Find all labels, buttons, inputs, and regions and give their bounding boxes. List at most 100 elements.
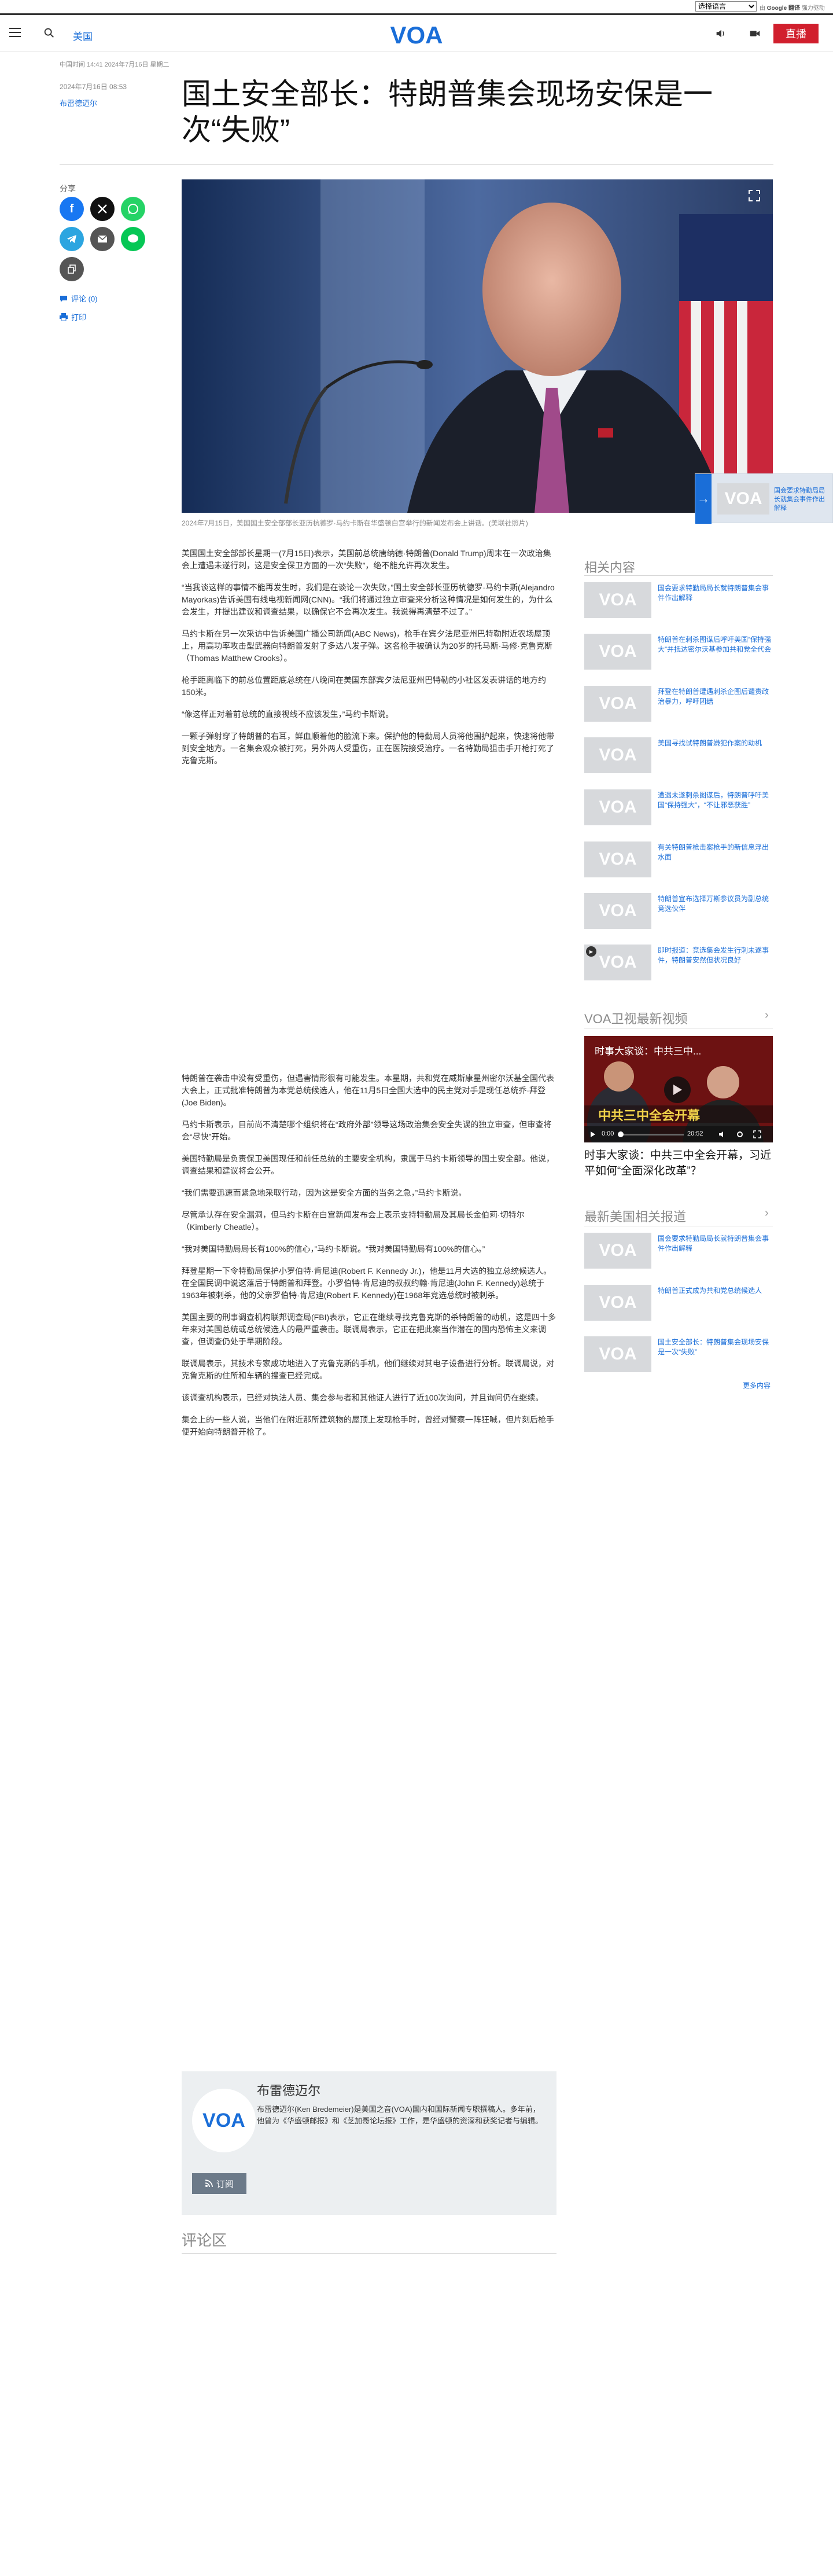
line-share-button[interactable] [121, 227, 145, 251]
line-icon [128, 234, 138, 242]
author-avatar-logo: VOA [202, 2109, 245, 2132]
live-button[interactable]: 直播 [773, 24, 819, 43]
title-divider [60, 164, 773, 165]
related-item[interactable]: VOA 特朗普宣布选择万斯参议员为副总统竞选伙伴 [584, 893, 773, 929]
chevron-right-icon[interactable]: › [765, 1009, 769, 1022]
language-select[interactable]: 选择语言 [695, 1, 757, 12]
thumbnail-logo: VOA [599, 953, 637, 972]
play-icon [673, 1085, 682, 1095]
small-play-icon[interactable] [590, 1131, 596, 1138]
floating-related-popup[interactable]: → VOA 国会要求特勤局局长就集会事件作出解释 [695, 473, 833, 524]
related-item-title: 遭遇未遂刺杀图谋后，特朗普呼吁美国“保持强大”，“不让邪恶获胜” [658, 791, 769, 809]
related-item-title: 美国寻找试特朗普嫌犯作案的动机 [658, 739, 762, 747]
popup-thumbnail-logo: VOA [724, 489, 762, 508]
related-item[interactable]: VOA 拜登在特朗普遭遇刺杀企图后谴责政治暴力，呼吁团结 [584, 686, 773, 722]
video-progress-handle[interactable] [618, 1131, 624, 1137]
video-camera-icon[interactable] [749, 27, 761, 40]
whatsapp-share-button[interactable] [121, 197, 145, 221]
arrow-right-icon[interactable]: → [695, 474, 712, 524]
section-link-usa[interactable]: 美国 [73, 28, 93, 43]
latest-item-title: 特朗普正式成为共和党总统候选人 [658, 1287, 762, 1295]
latest-item[interactable]: VOA 国会要求特勤局局长就特朗普集会事件作出解释 [584, 1233, 773, 1269]
thumbnail-logo: VOA [599, 590, 637, 609]
video-progress-bar[interactable] [620, 1134, 684, 1136]
thumbnail-logo: VOA [599, 694, 637, 713]
subscribe-button[interactable]: 订阅 [192, 2173, 246, 2194]
thumbnail-logo: VOA [599, 1293, 637, 1312]
related-item[interactable]: VOA 遭遇未遂刺杀图谋后，特朗普呼吁美国“保持强大”，“不让邪恶获胜” [584, 789, 773, 825]
author-box: VOA 布雷德迈尔 布雷德迈尔(Ken Bredemeier)是美国之音(VOA… [182, 2071, 556, 2215]
copy-icon [68, 264, 76, 274]
telegram-share-button[interactable] [60, 227, 84, 251]
thumbnail: VOA [584, 1233, 651, 1269]
article-paragraph: 美国特勤局是负责保卫美国现任和前任总统的主要安全机构，隶属于马约卡斯领导的国土安… [182, 1154, 554, 1175]
thumbnail: VOA [584, 737, 651, 773]
related-item[interactable]: VOA 美国寻找试特朗普嫌犯作案的动机 [584, 737, 773, 773]
latest-item-title: 国会要求特勤局局长就特朗普集会事件作出解释 [658, 1234, 769, 1252]
play-button[interactable] [664, 1076, 691, 1103]
thumbnail: VOA [584, 582, 651, 618]
facebook-icon: f [69, 202, 74, 215]
comments-divider [182, 2253, 556, 2254]
author-link[interactable]: 布雷德迈尔 [60, 97, 97, 108]
article-paragraph: “我们需要迅速而紧急地采取行动，因为这是安全方面的当务之急，”马约卡斯说。 [182, 1188, 467, 1197]
related-item-title: 特朗普宣布选择万斯参议员为副总统竞选伙伴 [658, 895, 769, 913]
telegram-icon [67, 235, 76, 243]
author-avatar[interactable]: VOA [192, 2089, 256, 2152]
author-name[interactable]: 布雷德迈尔 [257, 2081, 320, 2099]
settings-icon[interactable] [736, 1130, 744, 1138]
author-bio: 布雷德迈尔(Ken Bredemeier)是美国之音(VOA)国内和国际新闻专职… [257, 2105, 543, 2125]
thumbnail-logo: VOA [599, 901, 637, 920]
article-paragraph: “我对美国特勤局局长有100%的信心，”马约卡斯说。“我对美国特勤局有100%的… [182, 1244, 485, 1254]
article-paragraph: 马约卡斯在另一次采访中告诉美国广播公司新闻(ABC News)，枪手在宾夕法尼亚… [182, 629, 552, 663]
video-player[interactable]: 时事大家谈：中共三中... 中共三中全会开幕 0:00 20:52 [584, 1036, 773, 1142]
related-item-title: 国会要求特勤局局长就特朗普集会事件作出解释 [658, 584, 769, 602]
article-paragraph: 尽管承认存在安全漏洞，但马约卡斯在白宫新闻发布会上表示支持特勤局及其局长金伯莉·… [182, 1210, 525, 1232]
video-section-heading[interactable]: VOA卫视最新视频 [584, 1009, 687, 1027]
article-paragraph: 马约卡斯表示，目前尚不清楚哪个组织将在“政府外部”领导这场政治集会安全失误的独立… [182, 1120, 552, 1141]
latest-us-heading[interactable]: 最新美国相关报道 [584, 1207, 686, 1225]
video-title[interactable]: 时事大家谈：中共三中全会开幕，习近平如何“全面深化改革”？ [584, 1148, 773, 1179]
x-share-button[interactable] [90, 197, 115, 221]
video-banner-text: 中共三中全会开幕 [598, 1108, 701, 1123]
volume-icon[interactable] [718, 1130, 727, 1138]
related-item-title: 拜登在特朗普遭遇刺杀企图后谴责政治暴力，呼吁团结 [658, 688, 769, 705]
subscribe-label: 订阅 [216, 2179, 234, 2189]
copy-link-button[interactable] [60, 257, 84, 281]
chevron-right-icon[interactable]: › [765, 1207, 769, 1220]
speaker-icon[interactable] [714, 27, 727, 40]
related-item[interactable]: VOA 国会要求特勤局局长就特朗普集会事件作出解释 [584, 582, 773, 618]
credit-brand[interactable]: Google 翻译 [767, 5, 800, 12]
comments-link[interactable]: 评论 (0) [60, 293, 98, 304]
facebook-share-button[interactable]: f [60, 197, 84, 221]
latest-item[interactable]: VOA 特朗普正式成为共和党总统候选人 [584, 1285, 773, 1321]
related-item-title: 即时报道：竞选集会发生行刺未遂事件，特朗普安然但状况良好 [658, 946, 769, 964]
fullscreen-icon[interactable] [753, 1130, 761, 1138]
article-paragraph: 枪手距离临下的前总位置距底总统在八晚间在美国东部宾夕法尼亚州巴特勒的小社区发表讲… [182, 675, 546, 697]
image-caption: 2024年7月15日，美国国土安全部部长亚历杭德罗·马约卡斯在华盛顿白宫举行的新… [182, 519, 528, 527]
thumbnail: VOA [584, 1285, 651, 1321]
translate-bar: 选择语言 由 Google 翻译 强力驱动 [0, 0, 833, 15]
more-content-link[interactable]: 更多内容 [743, 1380, 771, 1390]
popup-thumbnail: VOA [717, 483, 769, 515]
menu-icon[interactable] [9, 28, 21, 37]
popup-text: 国会要求特勤局局长就集会事件作出解释 [774, 487, 825, 512]
latest-item[interactable]: VOA 国土安全部长：特朗普集会现场安保是一次“失败” [584, 1336, 773, 1372]
print-link[interactable]: 打印 [60, 311, 86, 322]
print-icon [60, 313, 68, 321]
related-item[interactable]: VOA 有关特朗普枪击案枪手的新信息浮出水面 [584, 841, 773, 877]
email-share-button[interactable] [90, 227, 115, 251]
whatsapp-icon [128, 204, 138, 214]
thumbnail: VOA [584, 893, 651, 929]
fullscreen-icon[interactable] [747, 189, 761, 203]
related-item[interactable]: VOA 特朗普在刺杀图谋后呼吁美国“保持强大”并抵达密尔沃基参加共和党全代会 [584, 634, 773, 670]
voa-logo[interactable]: VOA [386, 21, 447, 47]
comments-heading: 评论区 [182, 2232, 227, 2249]
latest-item-title: 国土安全部长：特朗普集会现场安保是一次“失败” [658, 1338, 769, 1356]
related-item[interactable]: ▶ VOA 即时报道：竞选集会发生行刺未遂事件，特朗普安然但状况良好 [584, 945, 773, 980]
thumbnail-logo: VOA [599, 745, 637, 765]
article-paragraph: 联调局表示，其技术专家成功地进入了克鲁克斯的手机，他们继续对其电子设备进行分析。… [182, 1359, 554, 1380]
search-icon[interactable] [43, 27, 56, 39]
comment-icon [60, 295, 67, 302]
hero-image [182, 179, 773, 513]
